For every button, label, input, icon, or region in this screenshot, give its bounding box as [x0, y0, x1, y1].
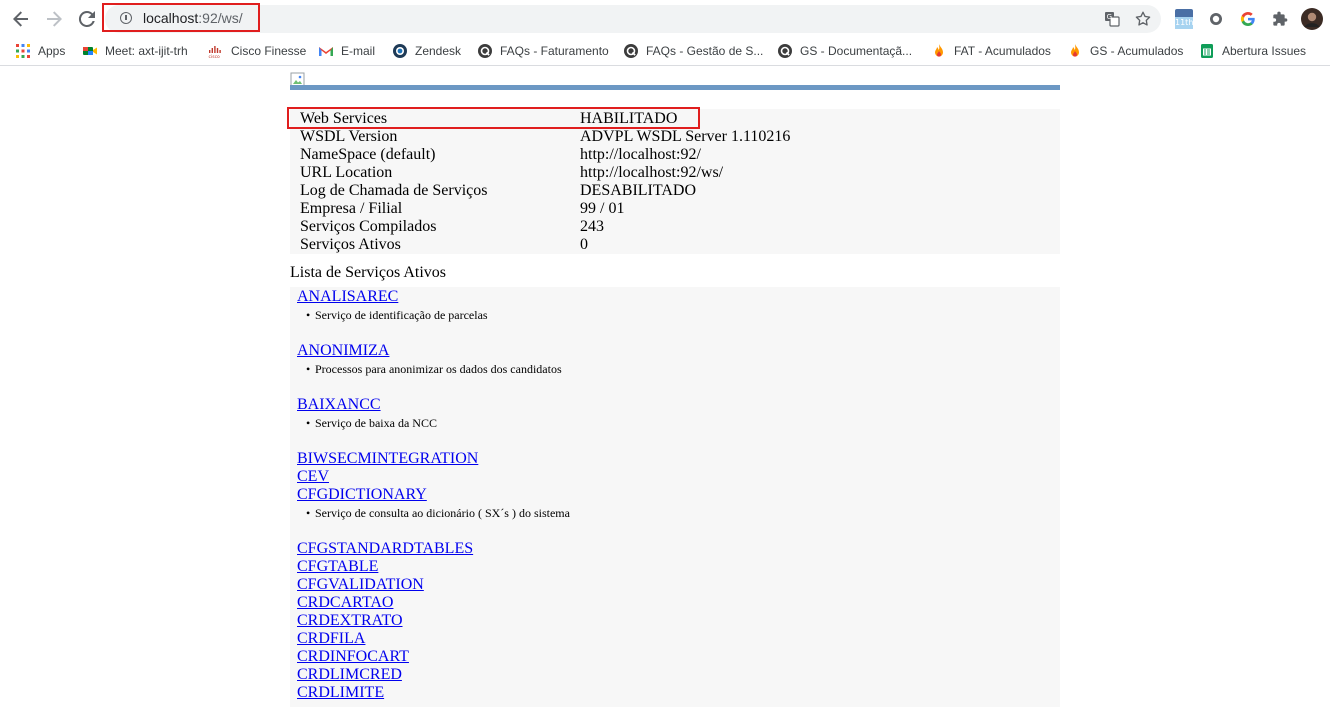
service-link-baixancc[interactable]: BAIXANCC: [297, 396, 381, 414]
faq-site-icon: [777, 43, 793, 59]
info-value: 99 / 01: [580, 200, 625, 217]
flame-icon: [1067, 43, 1083, 59]
service-description-text: Processos para anonimizar os dados dos c…: [315, 362, 562, 376]
service-link-cfgvalidation[interactable]: CFGVALIDATION: [297, 576, 424, 594]
translate-icon[interactable]: G: [1102, 9, 1122, 29]
service-description: • Serviço de identificação de parcelas: [306, 308, 488, 322]
bookmark-faqs-faturamento[interactable]: FAQs - Faturamento: [477, 42, 609, 60]
info-label: URL Location: [300, 164, 393, 181]
info-value: ADVPL WSDL Server 1.110216: [580, 128, 791, 145]
server-info-table: Web Services HABILITADO WSDL Version ADV…: [290, 109, 1060, 254]
service-description-text: Serviço de identificação de parcelas: [315, 308, 488, 322]
info-label: WSDL Version: [300, 128, 398, 145]
info-label: Empresa / Filial: [300, 200, 403, 217]
info-value: DESABILITADO: [580, 182, 697, 199]
bookmark-label: Abertura Issues: [1222, 44, 1307, 58]
google-icon[interactable]: [1238, 9, 1258, 29]
web-services-highlight-box: [287, 107, 700, 129]
bookmark-gs-acumulados[interactable]: GS - Acumulados: [1067, 42, 1183, 60]
bookmark-cisco-finesse[interactable]: cisco Cisco Finesse: [208, 42, 307, 60]
header-rule: [290, 85, 1060, 90]
info-icon[interactable]: [120, 12, 132, 24]
service-link-crdfila[interactable]: CRDFILA: [297, 630, 365, 648]
info-value: 0: [580, 236, 588, 253]
bookmark-label: FAQs - Faturamento: [500, 44, 609, 58]
url-path: :92/ws/: [198, 10, 243, 26]
bookmark-faqs-gestao[interactable]: FAQs - Gestão de S...: [623, 42, 763, 60]
zendesk-icon: [392, 43, 408, 59]
bookmark-email[interactable]: E-mail: [318, 42, 375, 60]
svg-text:cisco: cisco: [209, 54, 221, 59]
apps-grid-icon: [15, 43, 31, 59]
faq-site-icon: [477, 43, 493, 59]
service-link-crdlimcred[interactable]: CRDLIMCRED: [297, 666, 402, 684]
info-value: http://localhost:92/: [580, 146, 701, 163]
info-value: http://localhost:92/ws/: [580, 164, 724, 181]
extension-circle-icon[interactable]: [1206, 9, 1226, 29]
page-content: Web Services HABILITADO WSDL Version ADV…: [0, 66, 1330, 707]
gmail-icon: [318, 43, 334, 59]
svg-text:G: G: [1107, 13, 1112, 21]
url-host: localhost: [143, 10, 199, 26]
service-link-cev[interactable]: CEV: [297, 468, 329, 486]
puzzle-icon[interactable]: [1270, 9, 1290, 29]
service-link-cfgstandardtables[interactable]: CFGSTANDARDTABLES: [297, 540, 473, 558]
calendar-badge: 11th: [1175, 17, 1194, 29]
meet-icon: [82, 43, 98, 59]
bookmark-abertura-issues[interactable]: Abertura Issues: [1199, 42, 1306, 60]
service-link-cfgtable[interactable]: CFGTABLE: [297, 558, 378, 576]
cisco-icon: cisco: [208, 43, 224, 60]
service-link-crdlimite[interactable]: CRDLIMITE: [297, 684, 384, 702]
profile-avatar[interactable]: [1300, 7, 1324, 31]
service-link-crdcartao[interactable]: CRDCARTAO: [297, 594, 393, 612]
flame-icon: [931, 43, 947, 59]
info-label: NameSpace (default): [300, 146, 436, 163]
bookmark-label: FAQs - Gestão de S...: [646, 44, 764, 58]
service-description: • Processos para anonimizar os dados dos …: [306, 362, 562, 376]
services-list-title: Lista de Serviços Ativos: [290, 264, 446, 281]
service-description-text: Serviço de consulta ao dicionário ( SX´s…: [315, 506, 570, 520]
bookmark-label: Cisco Finesse: [231, 44, 307, 58]
service-link-biwsecmintegration[interactable]: BIWSECMINTEGRATION: [297, 450, 478, 468]
bookmark-label: GS - Documentaçã...: [800, 44, 913, 58]
reload-icon[interactable]: [75, 7, 99, 31]
bookmarks-bar: Apps Meet: axt-ijit-trh cisco Cisco Fine…: [0, 37, 1330, 66]
bookmark-label: Apps: [38, 44, 66, 58]
services-list: ANALISAREC • Serviço de identificação de …: [290, 287, 1060, 707]
back-icon[interactable]: [9, 7, 33, 31]
service-link-crdextrato[interactable]: CRDEXTRATO: [297, 612, 403, 630]
service-description: • Serviço de baixa da NCC: [306, 416, 437, 430]
bookmark-gs-documentacao[interactable]: GS - Documentaçã...: [777, 42, 912, 60]
info-label: Serviços Ativos: [300, 236, 401, 253]
service-description-text: Serviço de baixa da NCC: [315, 416, 437, 430]
calendar-extension-icon[interactable]: 11th: [1173, 6, 1195, 32]
service-link-analisarec[interactable]: ANALISAREC: [297, 288, 398, 306]
bookmark-label: E-mail: [341, 44, 376, 58]
bookmark-label: FAT - Acumulados: [954, 44, 1051, 58]
bookmark-meet[interactable]: Meet: axt-ijit-trh: [82, 42, 188, 60]
service-link-cfgdictionary[interactable]: CFGDICTIONARY: [297, 486, 427, 504]
bookmark-label: Meet: axt-ijit-trh: [105, 44, 188, 58]
sheets-icon: [1199, 43, 1215, 59]
bookmark-label: GS - Acumulados: [1090, 44, 1184, 58]
browser-toolbar: localhost:92/ws/ G 11th: [0, 0, 1330, 37]
info-value: 243: [580, 218, 604, 235]
service-description: • Serviço de consulta ao dicionário ( SX´…: [306, 506, 570, 520]
info-label: Log de Chamada de Serviços: [300, 182, 488, 199]
address-bar[interactable]: [105, 5, 1161, 33]
bookmark-fat-acumulados[interactable]: FAT - Acumulados: [931, 42, 1051, 60]
info-label: Serviços Compilados: [300, 218, 437, 235]
forward-icon[interactable]: [42, 7, 66, 31]
url-text[interactable]: localhost:92/ws/: [143, 10, 243, 26]
star-icon[interactable]: [1133, 9, 1153, 29]
bookmark-apps[interactable]: Apps: [15, 42, 65, 60]
service-link-crdinfocart[interactable]: CRDINFOCART: [297, 648, 409, 666]
service-link-anonimiza[interactable]: ANONIMIZA: [297, 342, 389, 360]
bookmark-label: Zendesk: [415, 44, 462, 58]
bookmark-zendesk[interactable]: Zendesk: [392, 42, 461, 60]
faq-site-icon: [623, 43, 639, 59]
